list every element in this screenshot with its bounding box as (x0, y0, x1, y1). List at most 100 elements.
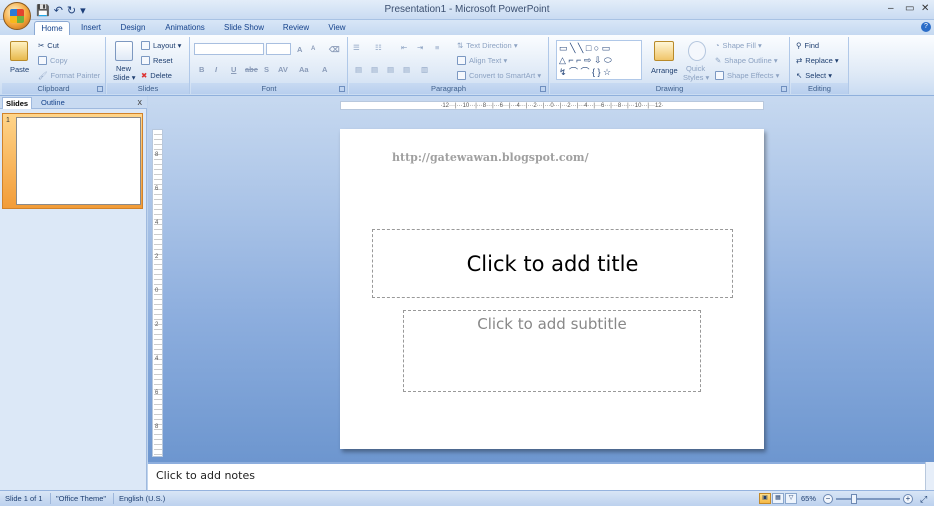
tab-insert[interactable]: Insert (76, 21, 106, 35)
columns-icon: ▥ (421, 65, 429, 74)
bold-button[interactable]: B (199, 65, 204, 74)
tab-slides[interactable]: Slides (2, 97, 33, 109)
effects-icon (715, 71, 724, 80)
shape-outline-label: Shape Outline ▾ (724, 56, 778, 65)
slide-thumbnail-row[interactable]: 1 (2, 113, 143, 209)
font-group-label: Font (191, 83, 347, 94)
watermark-text: http://gatewawan.blogspot.com/ (392, 151, 589, 164)
shape-outline-button[interactable]: ✎ Shape Outline ▾ (715, 56, 778, 65)
fit-to-window-icon[interactable]: ⤢ (920, 494, 927, 505)
replace-icon: ⇄ (796, 56, 803, 65)
title-placeholder[interactable]: Click to add title (372, 229, 733, 298)
zoom-level[interactable]: 65% (801, 494, 816, 503)
replace-button[interactable]: ⇄ Replace ▾ (796, 56, 839, 65)
title-bar: 💾 ↶ ↻ ▾ Presentation1 - Microsoft PowerP… (0, 0, 934, 30)
vertical-ruler: 8 6 4 2 0 2 4 6 8 (152, 129, 163, 457)
shape-fill-button[interactable]: ◔ Shape Fill ▾ (715, 41, 762, 50)
justify-button[interactable]: ▤ (403, 65, 410, 74)
align-right-icon: ▤ (387, 65, 395, 74)
paragraph-dialog-launcher[interactable] (540, 86, 546, 92)
tab-design[interactable]: Design (117, 21, 149, 35)
notes-pane[interactable]: Click to add notes (148, 462, 925, 490)
grow-font-button[interactable]: A (297, 45, 302, 54)
select-button[interactable]: ↖ Select ▾ (796, 71, 832, 80)
tab-home[interactable]: Home (34, 21, 70, 35)
slide-canvas[interactable]: http://gatewawan.blogspot.com/ Click to … (340, 129, 764, 449)
change-case-button[interactable]: Aa (299, 65, 309, 74)
delete-button[interactable]: ✖ Delete (141, 71, 172, 80)
new-slide-dropdown[interactable]: Slide ▾ (113, 73, 136, 82)
paste-button[interactable]: Paste (10, 65, 29, 74)
italic-button[interactable]: I (215, 65, 217, 74)
align-center-button[interactable]: ▤ (371, 65, 378, 74)
subtitle-placeholder[interactable]: Click to add subtitle (403, 310, 701, 392)
text-direction-button[interactable]: ⇅ Text Direction ▾ (457, 41, 518, 50)
font-dialog-launcher[interactable] (339, 86, 345, 92)
editing-group-label: Editing (791, 83, 848, 94)
layout-button[interactable]: Layout ▾ (141, 41, 181, 50)
clear-formatting-button[interactable]: ⌫ (329, 45, 340, 54)
underline-button[interactable]: U (231, 65, 236, 74)
numbering-button[interactable]: ☷ (375, 43, 382, 52)
align-text-button[interactable]: Align Text ▾ (457, 56, 507, 65)
restore-button[interactable]: ▭ (905, 3, 914, 14)
format-painter-button[interactable]: 🖌 Format Painter (38, 71, 100, 80)
arrange-button[interactable]: Arrange (651, 66, 678, 75)
pane-close-icon[interactable]: x (138, 97, 143, 107)
tab-animations[interactable]: Animations (162, 21, 208, 35)
theme-status[interactable]: "Office Theme" (56, 494, 106, 503)
select-label: Select ▾ (805, 71, 832, 80)
tab-view[interactable]: View (323, 21, 351, 35)
zoom-out-icon[interactable]: − (823, 494, 833, 504)
shape-effects-button[interactable]: Shape Effects ▾ (715, 71, 779, 80)
copy-button[interactable]: Copy (38, 56, 68, 65)
zoom-slider-thumb[interactable] (851, 494, 857, 504)
quick-styles-button[interactable]: Quick (686, 64, 705, 73)
language-status[interactable]: English (U.S.) (119, 494, 165, 503)
paragraph-group: ☰ ☷ ⇤ ⇥ ≡ ▤ ▤ ▤ ▤ ▥ ⇅ Text Direction ▾ Al… (349, 37, 549, 94)
reset-button[interactable]: Reset (141, 56, 173, 65)
align-left-button[interactable]: ▤ (355, 65, 362, 74)
find-button[interactable]: ⚲ Find (796, 41, 819, 50)
drawing-dialog-launcher[interactable] (781, 86, 787, 92)
slide-thumbnail[interactable] (16, 117, 141, 205)
font-color-button[interactable]: A (322, 65, 327, 74)
close-button[interactable]: ✕ (921, 3, 929, 14)
increase-indent-button[interactable]: ⇥ (417, 43, 423, 52)
shapes-gallery[interactable]: ▭ ╲ ╲ □ ○ ▭ △ ⌐ ⌐ ⇨ ⇩ ⬭ ↯ ⌒ ⌒ { } ☆ (556, 40, 642, 80)
line-spacing-button[interactable]: ≡ (435, 43, 439, 52)
quick-styles-dropdown[interactable]: Styles ▾ (683, 73, 709, 82)
align-right-button[interactable]: ▤ (387, 65, 394, 74)
notes-scrollbar[interactable] (925, 462, 934, 490)
font-name-select[interactable] (194, 43, 264, 55)
zoom-slider[interactable] (836, 498, 900, 500)
tab-review[interactable]: Review (280, 21, 312, 35)
font-size-select[interactable] (266, 43, 291, 55)
new-slide-button[interactable]: New (116, 64, 131, 73)
bullets-button[interactable]: ☰ (353, 43, 360, 52)
slide-sorter-view-icon[interactable]: ▦ (772, 493, 784, 504)
office-logo-icon (10, 9, 24, 23)
normal-view-icon[interactable]: ▣ (759, 493, 771, 504)
zoom-in-icon[interactable]: + (903, 494, 913, 504)
character-spacing-button[interactable]: AV (278, 65, 288, 74)
cut-button[interactable]: ✂ Cut (38, 41, 59, 50)
convert-smartart-button[interactable]: Convert to SmartArt ▾ (457, 71, 541, 80)
status-divider (50, 493, 51, 504)
strikethrough-button[interactable]: abe (245, 65, 258, 74)
minimize-button[interactable]: – (888, 3, 894, 14)
slideshow-view-icon[interactable]: ▽ (785, 493, 797, 504)
clipboard-dialog-launcher[interactable] (97, 86, 103, 92)
shrink-font-button[interactable]: A (311, 46, 315, 52)
decrease-indent-button[interactable]: ⇤ (401, 43, 407, 52)
shape-effects-label: Shape Effects ▾ (727, 71, 780, 80)
help-icon[interactable]: ? (921, 22, 931, 32)
text-shadow-button[interactable]: S (264, 65, 269, 74)
columns-button[interactable]: ▥ (421, 65, 428, 74)
slides-group-label: Slides (107, 83, 189, 94)
align-text-icon (457, 56, 466, 65)
tab-slide-show[interactable]: Slide Show (221, 21, 267, 35)
ribbon: Paste ✂ Cut Copy 🖌 Format Painter Clipboar… (0, 35, 934, 96)
tab-outline[interactable]: Outline (38, 97, 68, 109)
office-button[interactable] (3, 2, 31, 30)
